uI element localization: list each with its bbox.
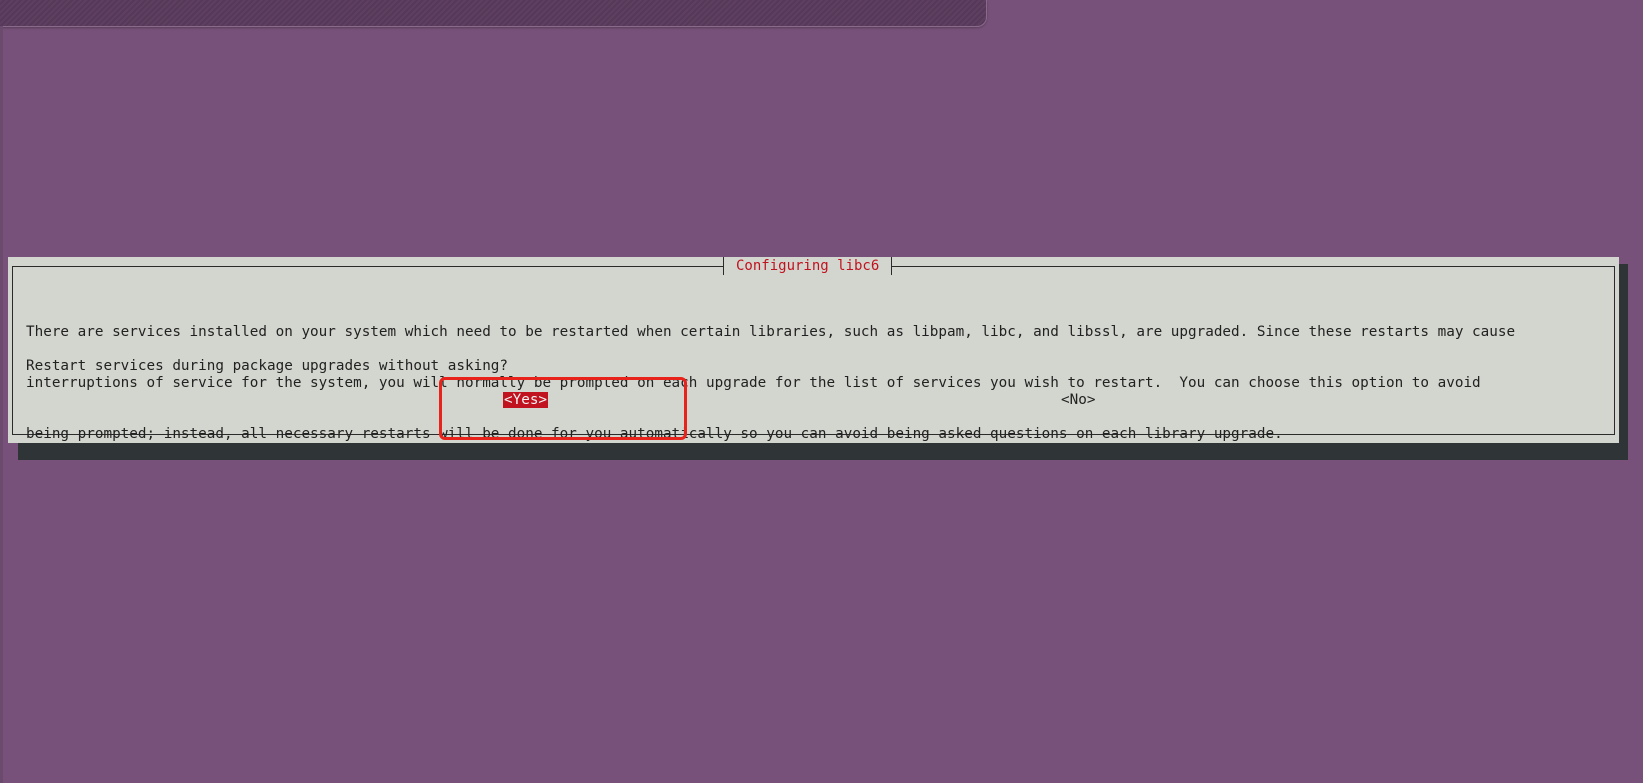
no-button[interactable]: <No> <box>1061 392 1095 408</box>
dialog-message-line-1: There are services installed on your sys… <box>26 324 1516 340</box>
dialog-message-line-3: being prompted; instead, all necessary r… <box>26 426 1283 442</box>
dialog-message: There are services installed on your sys… <box>26 290 1611 477</box>
window-left-edge <box>0 26 3 783</box>
terminal-window-edge <box>0 0 987 27</box>
configuration-dialog: Configuring libc6 There are services ins… <box>8 257 1619 443</box>
dialog-message-line-2: interruptions of service for the system,… <box>26 375 1481 391</box>
desktop-background: Configuring libc6 There are services ins… <box>0 0 1643 783</box>
dialog-question: Restart services during package upgrades… <box>26 358 509 374</box>
yes-button[interactable]: <Yes> <box>503 392 549 408</box>
dialog-title: Configuring libc6 <box>723 257 893 275</box>
